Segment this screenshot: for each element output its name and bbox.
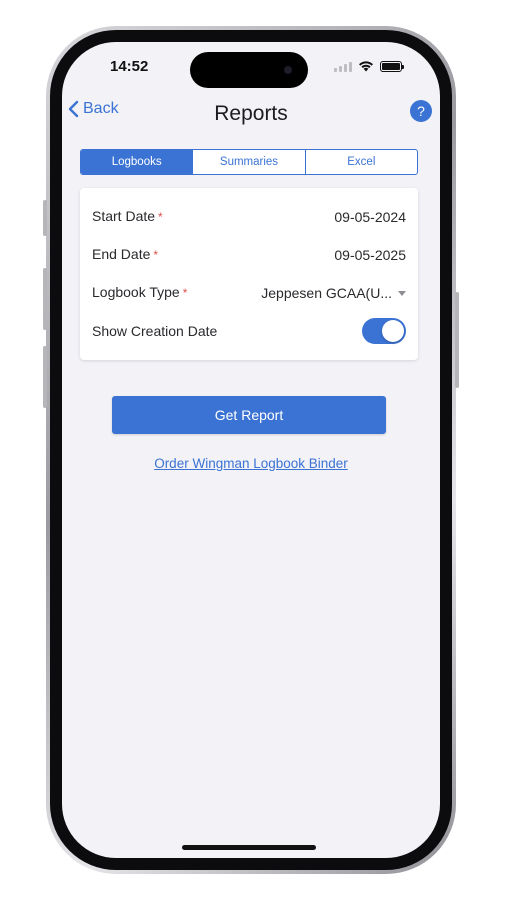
toggle-knob — [382, 320, 404, 342]
help-icon[interactable]: ? — [410, 100, 432, 122]
tab-excel[interactable]: Excel — [304, 150, 417, 174]
logbook-type-value: Jeppesen GCAA(U... — [261, 285, 392, 301]
battery-icon — [380, 60, 404, 72]
tab-summaries[interactable]: Summaries — [192, 150, 304, 174]
start-date-row: Start Date * 09-05-2024 — [92, 205, 406, 229]
show-creation-date-row: Show Creation Date — [92, 316, 406, 346]
get-report-button[interactable]: Get Report — [112, 396, 386, 434]
end-date-label-wrap: End Date * — [92, 246, 158, 264]
start-date-field[interactable]: 09-05-2024 — [334, 209, 406, 225]
end-date-label: End Date — [92, 246, 151, 262]
required-marker: * — [182, 286, 188, 300]
logbook-type-select[interactable]: Jeppesen GCAA(U... — [261, 285, 406, 301]
side-button-left-2 — [43, 268, 47, 330]
dynamic-island — [190, 52, 308, 88]
tab-logbooks[interactable]: Logbooks — [81, 150, 193, 174]
home-indicator — [182, 845, 316, 850]
required-marker: * — [153, 248, 159, 262]
show-creation-date-label: Show Creation Date — [92, 323, 218, 339]
status-icons — [334, 60, 404, 72]
start-date-label-wrap: Start Date * — [92, 208, 163, 226]
report-type-tabs: Logbooks Summaries Excel — [80, 149, 418, 175]
required-marker: * — [158, 210, 163, 224]
report-options-card: Start Date * 09-05-2024 End Date * 09-05-2… — [80, 188, 418, 360]
wifi-icon — [359, 61, 373, 72]
camera-icon — [284, 66, 292, 74]
logbook-type-label-wrap: Logbook Type * — [92, 284, 187, 302]
app-screen: 14:52 Back Reports ? Logbooks Summaries … — [62, 42, 440, 858]
start-date-label: Start Date — [92, 208, 156, 224]
order-binder-link[interactable]: Order Wingman Logbook Binder — [62, 456, 440, 471]
status-time: 14:52 — [110, 58, 149, 75]
show-creation-date-toggle[interactable] — [362, 318, 406, 344]
page-title: Reports — [214, 102, 288, 125]
logbook-type-label: Logbook Type — [92, 284, 180, 300]
side-button-left-1 — [43, 200, 47, 236]
side-button-right — [455, 292, 459, 388]
side-button-left-3 — [43, 346, 47, 408]
signal-icon — [334, 61, 352, 72]
end-date-field[interactable]: 09-05-2025 — [334, 247, 406, 263]
end-date-row: End Date * 09-05-2025 — [92, 243, 406, 267]
logbook-type-row: Logbook Type * Jeppesen GCAA(U... — [92, 281, 406, 305]
dropdown-arrow-icon — [398, 290, 406, 296]
